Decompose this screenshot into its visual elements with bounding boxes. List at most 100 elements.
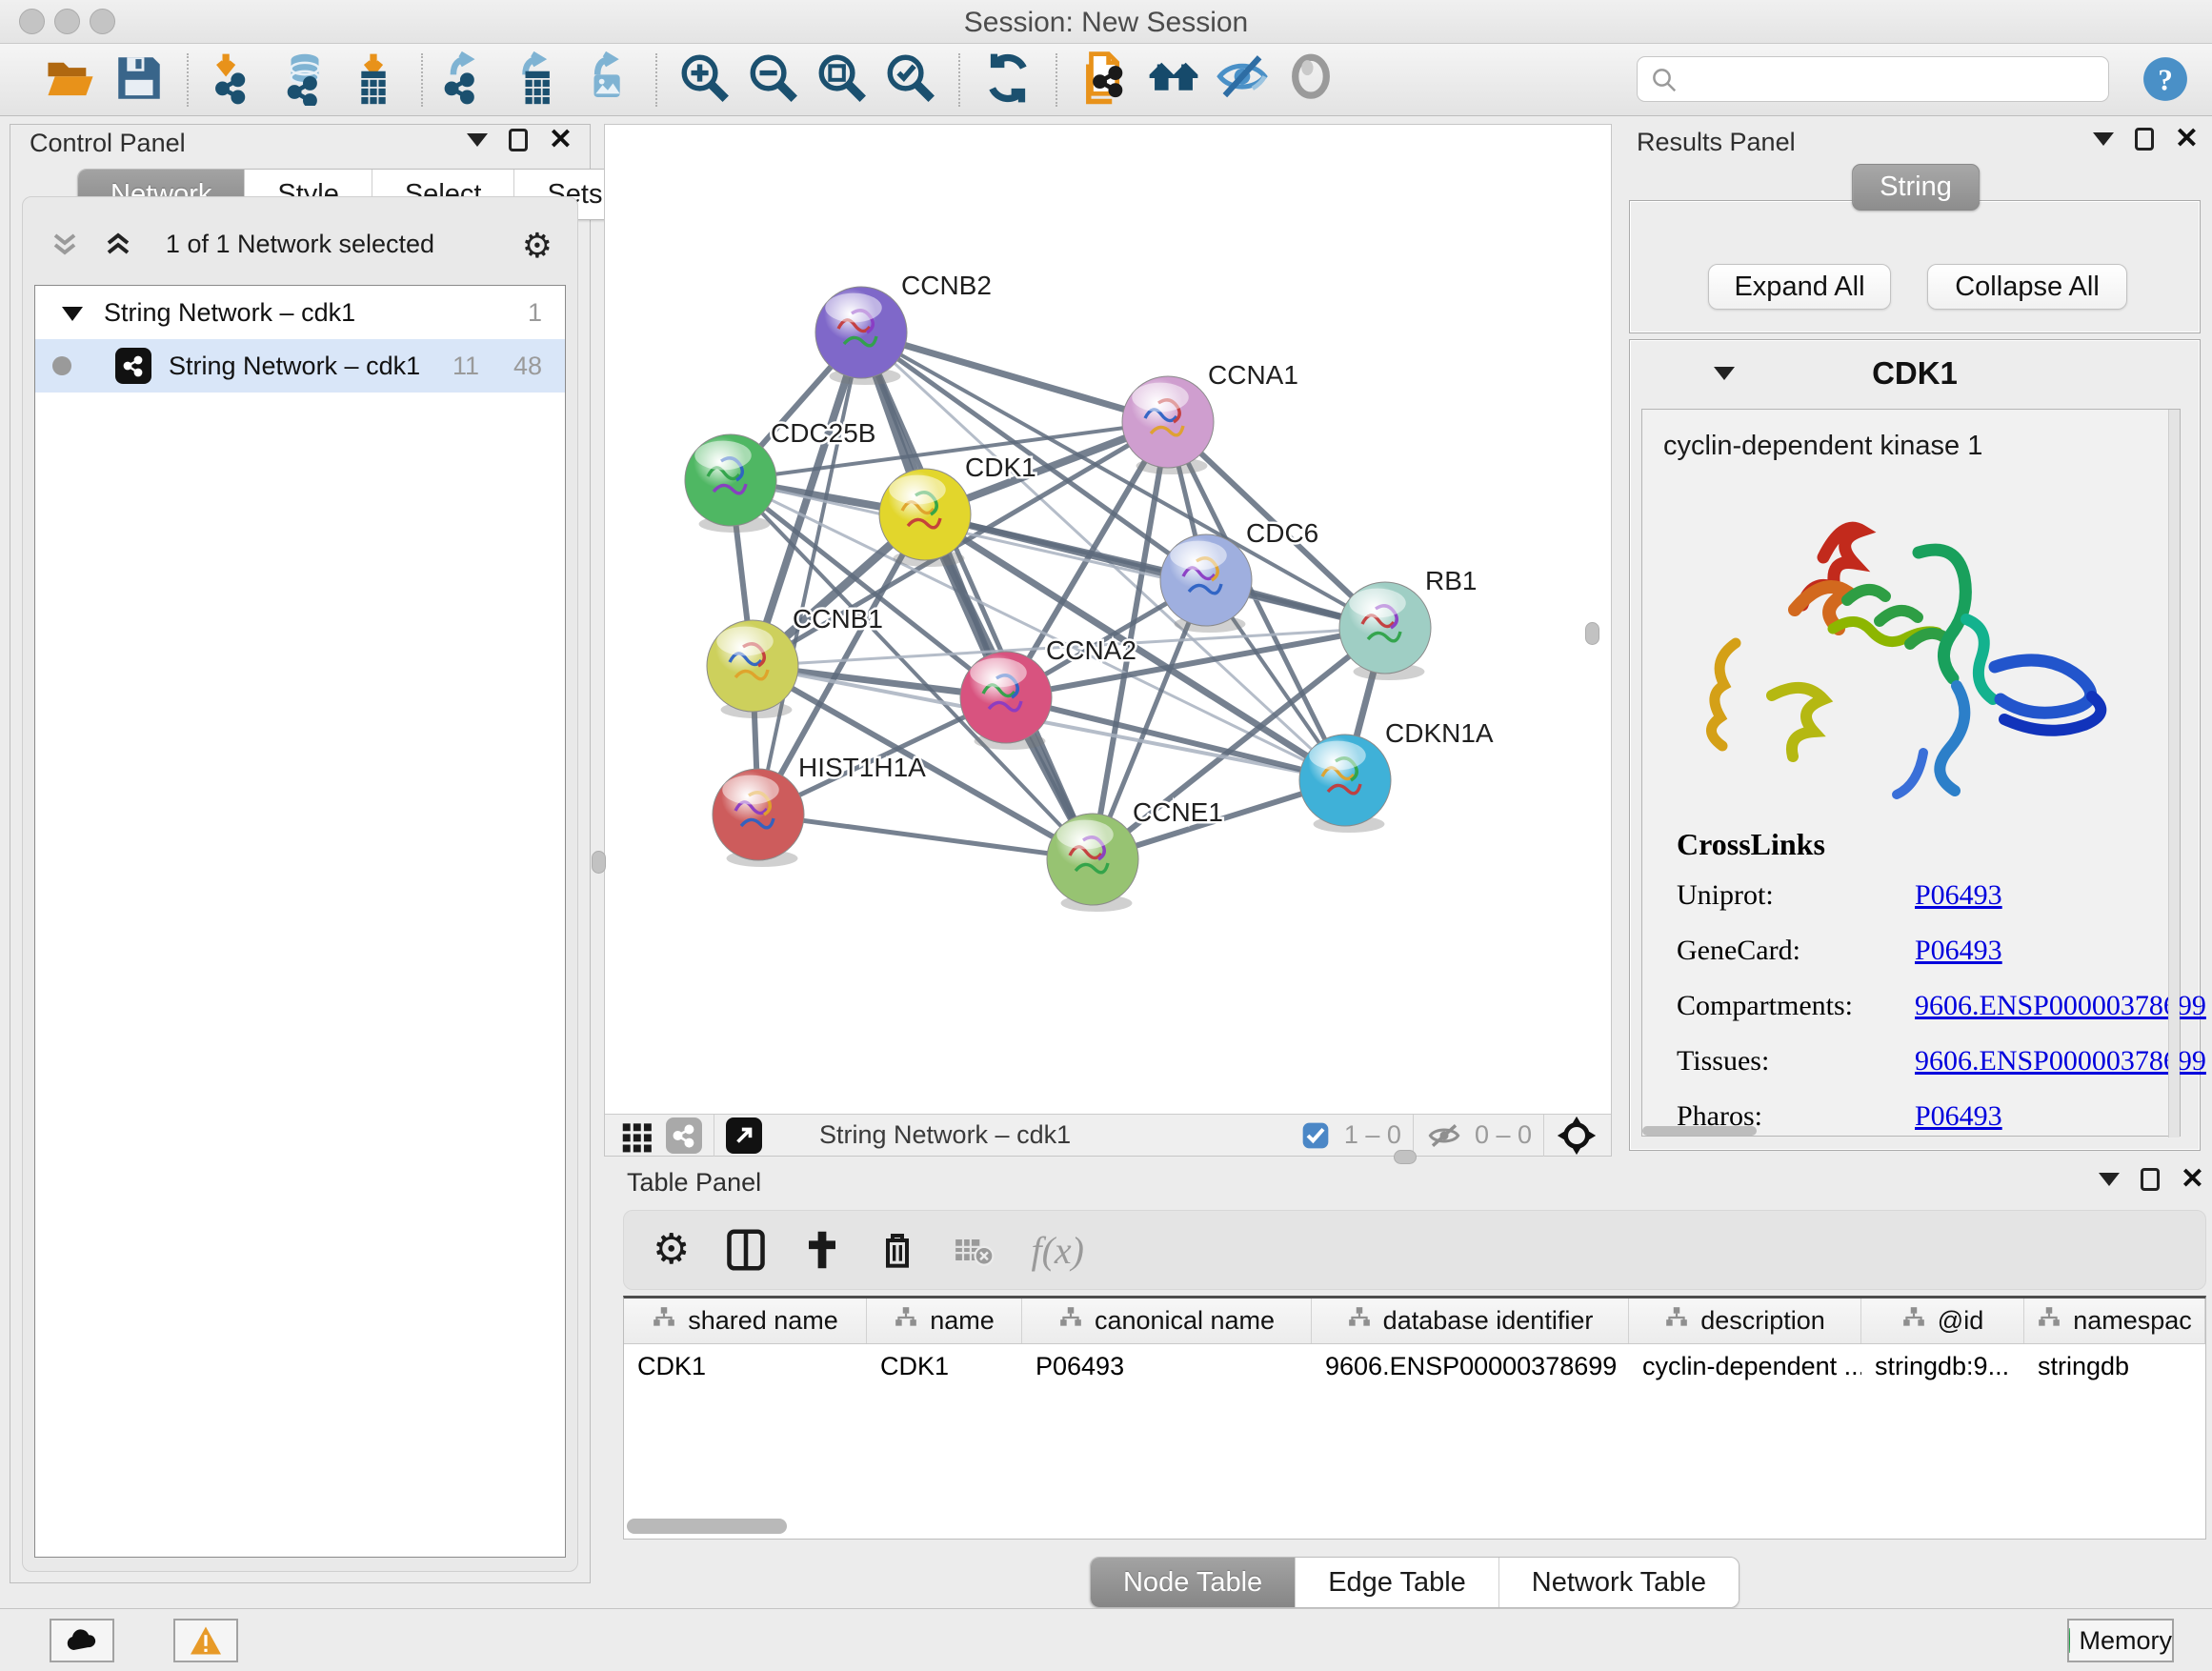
network-label: String Network – cdk1	[169, 352, 420, 381]
home-pair-button[interactable]	[1139, 50, 1208, 110]
results-vertical-scrollbar[interactable]	[2168, 410, 2180, 1137]
selected-count: 1 – 0	[1344, 1120, 1401, 1150]
title-bar: Session: New Session	[0, 0, 2212, 44]
network-canvas[interactable]: CCNB2 CCNA1 CDC25B CDK1	[605, 125, 1611, 1114]
column-header-name[interactable]: name	[867, 1299, 1022, 1343]
table-cell[interactable]: 9606.ENSP00000378699	[1312, 1344, 1629, 1388]
hide-selected-button[interactable]	[1208, 50, 1277, 110]
status-bar: Memory	[0, 1608, 2212, 1671]
crosslink-link[interactable]: P06493	[1915, 935, 2002, 967]
crosslink-link[interactable]: P06493	[1915, 1100, 2002, 1133]
tab-string[interactable]: String	[1852, 164, 1980, 211]
refresh-button[interactable]	[974, 50, 1042, 110]
table-horizontal-scrollbar[interactable]	[627, 1519, 787, 1534]
crosslink-row: Tissues: 9606.ENSP00000378699	[1677, 1045, 2206, 1077]
float-panel-icon[interactable]	[509, 129, 528, 151]
zoom-out-button[interactable]	[739, 50, 808, 110]
tab-edge-table[interactable]: Edge Table	[1296, 1558, 1499, 1607]
column-header-@id[interactable]: @id	[1861, 1299, 2024, 1343]
table-row[interactable]: CDK1CDK1P064939606.ENSP00000378699cyclin…	[624, 1344, 2205, 1388]
panel-menu-icon[interactable]	[467, 133, 488, 147]
zoom-selected-button[interactable]	[876, 50, 945, 110]
open-session-button[interactable]	[36, 50, 105, 110]
expand-all-button[interactable]: Expand All	[1708, 264, 1891, 310]
panel-menu-icon[interactable]	[2093, 132, 2114, 146]
zoom-fit-icon	[814, 50, 870, 109]
export-table-button[interactable]	[505, 50, 573, 110]
results-horizontal-scrollbar[interactable]	[1642, 1126, 1757, 1136]
float-panel-icon[interactable]	[2141, 1168, 2160, 1191]
memory-button[interactable]: Memory	[2067, 1619, 2174, 1662]
document-share-button[interactable]	[1071, 50, 1139, 110]
memory-label: Memory	[2079, 1626, 2172, 1656]
export-image-button[interactable]	[573, 50, 642, 110]
close-panel-icon[interactable]: ✕	[2181, 1168, 2204, 1191]
document-share-icon	[1077, 50, 1133, 109]
table-cell[interactable]: CDK1	[867, 1344, 1022, 1388]
column-header-description[interactable]: description	[1629, 1299, 1861, 1343]
grid-view-icon[interactable]	[618, 1117, 654, 1154]
right-splitter-grip[interactable]	[1585, 622, 1599, 645]
main-toolbar: ?	[0, 44, 2212, 116]
hide-selected-icon	[1215, 50, 1270, 109]
collapse-triangle-icon[interactable]	[62, 298, 83, 328]
selected-checkbox-icon[interactable]	[1300, 1120, 1331, 1151]
import-table-file-button[interactable]	[339, 50, 408, 110]
column-header-canonical-name[interactable]: canonical name	[1022, 1299, 1312, 1343]
results-panel: Results Panel ✕ String Expand All Collap…	[1619, 124, 2212, 1158]
tab-node-table[interactable]: Node Table	[1091, 1558, 1296, 1607]
table-cell[interactable]: CDK1	[624, 1344, 867, 1388]
network-options-gear-icon[interactable]: ⚙	[522, 226, 553, 266]
close-panel-icon[interactable]: ✕	[2175, 128, 2199, 151]
import-network-file-button[interactable]	[202, 50, 271, 110]
column-header-database-identifier[interactable]: database identifier	[1312, 1299, 1629, 1343]
search-input[interactable]	[1637, 56, 2109, 102]
node-label: CCNA1	[1208, 360, 1298, 390]
equation-fx-icon: f(x)	[1031, 1228, 1084, 1273]
collapse-all-button[interactable]: Collapse All	[1927, 264, 2127, 310]
table-cell[interactable]: cyclin-dependent ...	[1629, 1344, 1861, 1388]
column-header-shared-name[interactable]: shared name	[624, 1299, 867, 1343]
help-button[interactable]: ?	[2142, 55, 2189, 103]
crosslink-link[interactable]: P06493	[1915, 879, 2002, 912]
export-network-button[interactable]	[436, 50, 505, 110]
show-all-button[interactable]	[1277, 50, 1345, 110]
close-panel-icon[interactable]: ✕	[549, 129, 573, 151]
panel-menu-icon[interactable]	[2099, 1173, 2120, 1186]
warnings-button[interactable]	[173, 1619, 238, 1662]
save-session-icon	[111, 50, 167, 109]
import-network-database-button[interactable]	[271, 50, 339, 110]
detach-view-icon[interactable]	[726, 1117, 762, 1154]
column-header-namespac[interactable]: namespac	[2024, 1299, 2205, 1343]
crosslink-link[interactable]: 9606.ENSP00000378699	[1915, 1045, 2206, 1077]
network-tree-row[interactable]: String Network – cdk1 11 48	[35, 339, 565, 393]
crosslink-link[interactable]: 9606.ENSP00000378699	[1915, 990, 2206, 1022]
float-panel-icon[interactable]	[2135, 128, 2154, 151]
birdseye-navigator-icon[interactable]	[1556, 1115, 1598, 1157]
zoom-in-button[interactable]	[671, 50, 739, 110]
window-title: Session: New Session	[0, 7, 2212, 39]
crosslink-row: Uniprot: P06493	[1677, 879, 2206, 912]
network-list-view-icon[interactable]	[666, 1117, 702, 1154]
network-tree-row[interactable]: String Network – cdk1 1	[35, 286, 565, 339]
collection-count: 1	[528, 298, 542, 328]
import-network-file-icon	[209, 50, 264, 109]
left-splitter-grip[interactable]	[592, 851, 606, 874]
toolbar-separator	[187, 53, 189, 107]
toolbar-separator	[421, 53, 423, 107]
delete-column-trash-icon[interactable]	[878, 1228, 916, 1272]
cloud-status-button[interactable]	[50, 1619, 114, 1662]
table-cell[interactable]: stringdb:9...	[1861, 1344, 2024, 1388]
table-cell[interactable]: P06493	[1022, 1344, 1312, 1388]
add-column-icon[interactable]	[802, 1228, 842, 1272]
save-session-button[interactable]	[105, 50, 173, 110]
zoom-fit-button[interactable]	[808, 50, 876, 110]
gene-name: CDK1	[1630, 355, 2200, 392]
table-cell[interactable]: stringdb	[2024, 1344, 2205, 1388]
column-type-icon	[1664, 1305, 1689, 1337]
node-label: CDC6	[1246, 518, 1318, 548]
tab-network-table[interactable]: Network Table	[1499, 1558, 1739, 1607]
bottom-splitter-grip[interactable]	[1394, 1150, 1417, 1164]
show-columns-icon[interactable]	[726, 1228, 766, 1272]
table-settings-gear-icon[interactable]: ⚙	[653, 1229, 690, 1271]
